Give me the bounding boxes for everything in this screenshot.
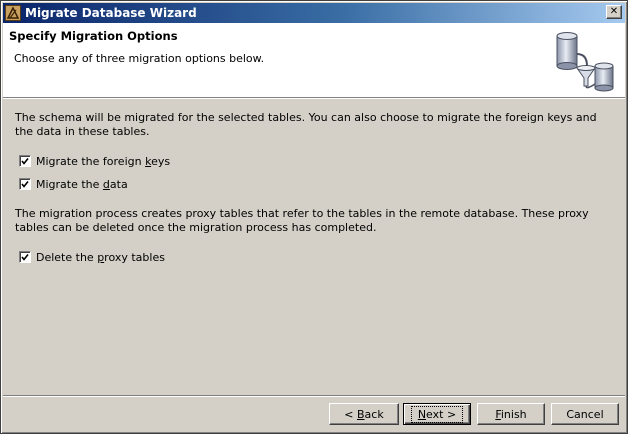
window-title: Migrate Database Wizard	[25, 6, 197, 20]
checkbox-label: Migrate the foreign keys	[36, 154, 171, 168]
page-subtitle: Choose any of three migration options be…	[14, 52, 265, 65]
footer-divider	[3, 395, 625, 397]
database-funnel-icon	[555, 28, 617, 94]
checkbox-box[interactable]	[19, 178, 31, 190]
proxy-text: The migration process creates proxy tabl…	[15, 207, 589, 234]
migrate-database-wizard-dialog: Migrate Database Wizard ✕ Specify Migrat…	[0, 0, 628, 434]
back-button-label: < Back	[344, 407, 384, 421]
checkbox-box[interactable]	[19, 251, 31, 263]
migrate-data-checkbox[interactable]: Migrate the data	[19, 177, 128, 191]
finish-button-label: Finish	[495, 407, 527, 421]
checkbox-label: Migrate the data	[36, 177, 128, 191]
checkbox-label: Delete the proxy tables	[36, 250, 165, 264]
intro-text: The schema will be migrated for the sele…	[15, 111, 597, 138]
checkmark-icon	[21, 158, 29, 165]
close-icon: ✕	[609, 6, 619, 17]
checkmark-icon	[21, 181, 29, 188]
next-button[interactable]: Next >	[403, 403, 471, 425]
migrate-foreign-keys-checkbox[interactable]: Migrate the foreign keys	[19, 154, 170, 168]
title-bar[interactable]: Migrate Database Wizard ✕	[3, 3, 625, 23]
checkmark-icon	[21, 254, 29, 261]
page-title: Specify Migration Options	[9, 29, 178, 43]
app-icon	[5, 5, 21, 21]
back-button[interactable]: < Back	[329, 403, 399, 425]
checkbox-box[interactable]	[19, 155, 31, 167]
close-button[interactable]: ✕	[606, 5, 622, 19]
header-divider	[3, 98, 625, 99]
delete-proxy-tables-checkbox[interactable]: Delete the proxy tables	[19, 250, 165, 264]
next-button-label: Next >	[410, 405, 464, 423]
wizard-header: Specify Migration Options Choose any of …	[3, 23, 625, 98]
finish-button[interactable]: Finish	[477, 403, 545, 425]
cancel-button-label: Cancel	[566, 407, 604, 421]
cancel-button[interactable]: Cancel	[551, 403, 619, 425]
